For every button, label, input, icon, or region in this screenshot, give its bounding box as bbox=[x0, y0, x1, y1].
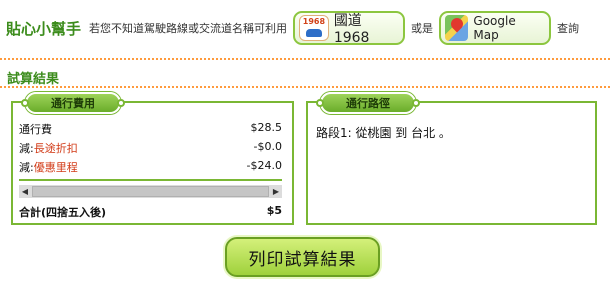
google-map-icon bbox=[445, 15, 469, 41]
fee-row-value: -$24.0 bbox=[246, 159, 282, 172]
route-text: 路段1: 從桃園 到 台北 。 bbox=[316, 126, 451, 140]
car-icon bbox=[306, 29, 323, 37]
total-row: 合計(四捨五入後) $5 bbox=[19, 204, 282, 220]
section-title: 試算結果 bbox=[7, 72, 60, 87]
fee-panel-title: 通行費用 bbox=[51, 97, 95, 110]
fee-row-label: 減: bbox=[19, 142, 34, 155]
dotted-divider bbox=[0, 86, 610, 88]
route-panel-tab: 通行路徑 bbox=[316, 92, 420, 114]
freeway-1968-button[interactable]: 1968 國道1968 bbox=[293, 11, 406, 46]
horizontal-scrollbar[interactable]: ◀ ▶ bbox=[19, 185, 282, 198]
tip-bar: 貼心小幫手 若您不知道駕駛路線或交流道名稱可利用 1968 國道1968 或是 … bbox=[0, 8, 610, 48]
fee-row-highlight: 長途折扣 bbox=[33, 142, 78, 155]
route-panel: 通行路徑 路段1: 從桃園 到 台北 。 bbox=[306, 92, 597, 225]
scroll-right-icon[interactable]: ▶ bbox=[270, 187, 282, 196]
scroll-left-icon[interactable]: ◀ bbox=[19, 187, 31, 196]
fee-row: 減:優惠里程 -$24.0 bbox=[19, 159, 282, 175]
tip-text: 若您不知道駕駛路線或交流道名稱可利用 bbox=[89, 22, 288, 35]
fee-row: 通行費 $28.5 bbox=[19, 121, 282, 137]
tip-connector: 或是 bbox=[411, 22, 434, 35]
tab-dot bbox=[316, 99, 324, 107]
dotted-divider bbox=[0, 58, 610, 60]
fee-panel-tab: 通行費用 bbox=[21, 92, 125, 114]
freeway-1968-label: 國道1968 bbox=[333, 13, 370, 46]
tab-dot bbox=[21, 99, 29, 107]
route-panel-title: 通行路徑 bbox=[346, 97, 390, 110]
fee-row-highlight: 優惠里程 bbox=[33, 161, 78, 174]
google-map-button[interactable]: Google Map bbox=[439, 11, 552, 45]
fee-row-label: 通行費 bbox=[19, 123, 52, 136]
tab-dot bbox=[412, 99, 420, 107]
total-value: $5 bbox=[266, 204, 282, 217]
fee-row-value: $28.5 bbox=[250, 121, 283, 134]
badge-number: 1968 bbox=[302, 17, 326, 26]
fee-panel: 通行費用 通行費 $28.5 減:長途折扣 -$0.0 減:優惠里程 -$24.… bbox=[11, 92, 294, 225]
fee-row: 減:長途折扣 -$0.0 bbox=[19, 140, 282, 156]
fee-row-label: 減: bbox=[19, 161, 34, 174]
map-pin-icon bbox=[448, 15, 466, 33]
tip-title: 貼心小幫手 bbox=[6, 19, 82, 38]
freeway-1968-icon: 1968 bbox=[299, 15, 329, 41]
divider-line bbox=[19, 179, 282, 181]
print-results-button[interactable]: 列印試算結果 bbox=[225, 237, 380, 277]
scroll-thumb[interactable] bbox=[32, 186, 269, 197]
total-label: 合計(四捨五入後) bbox=[19, 206, 107, 219]
fee-row-value: -$0.0 bbox=[253, 140, 282, 153]
google-map-label: Google Map bbox=[473, 14, 516, 42]
tip-suffix: 查詢 bbox=[557, 22, 580, 35]
tab-dot bbox=[117, 99, 125, 107]
